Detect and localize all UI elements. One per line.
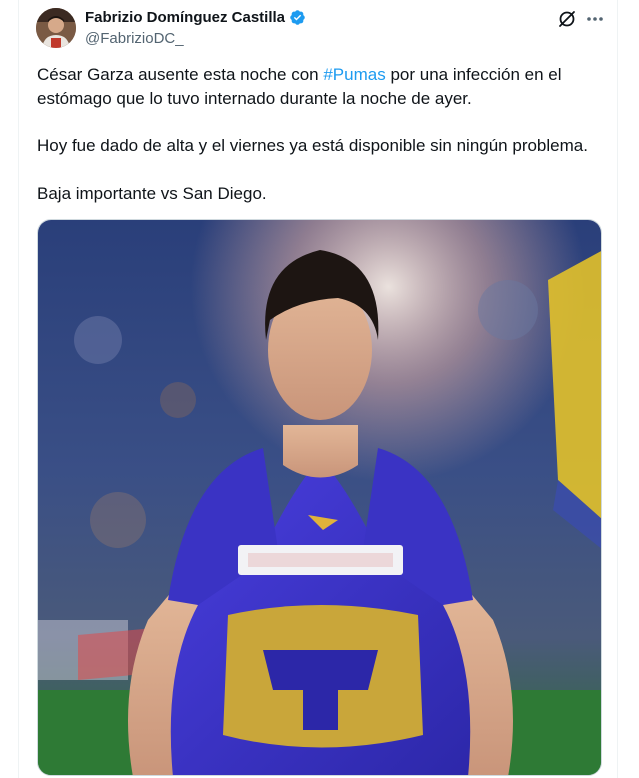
grok-icon[interactable]	[556, 8, 578, 30]
verified-badge-icon	[290, 10, 305, 25]
player-photo	[38, 220, 601, 775]
tweet-photo[interactable]	[37, 219, 602, 776]
author-name-row: Fabrizio Domínguez Castilla	[85, 9, 306, 26]
tweet-paragraph-3: Baja importante vs San Diego.	[37, 184, 267, 203]
tweet-paragraph-2: Hoy fue dado de alta y el viernes ya est…	[37, 136, 588, 155]
author-display-name[interactable]: Fabrizio Domínguez Castilla	[85, 9, 285, 26]
avatar[interactable]	[36, 8, 76, 48]
tweet-card: Fabrizio Domínguez Castilla @FabrizioDC_…	[18, 0, 618, 778]
avatar-image	[36, 8, 76, 48]
author-handle[interactable]: @FabrizioDC_	[85, 30, 184, 47]
hashtag-link[interactable]: #Pumas	[323, 65, 385, 84]
more-horizontal-icon[interactable]	[584, 8, 606, 30]
tweet-text-start: César Garza ausente esta noche con	[37, 65, 324, 84]
tweet-paragraph-1: César Garza ausente esta noche con #Puma…	[37, 63, 607, 111]
